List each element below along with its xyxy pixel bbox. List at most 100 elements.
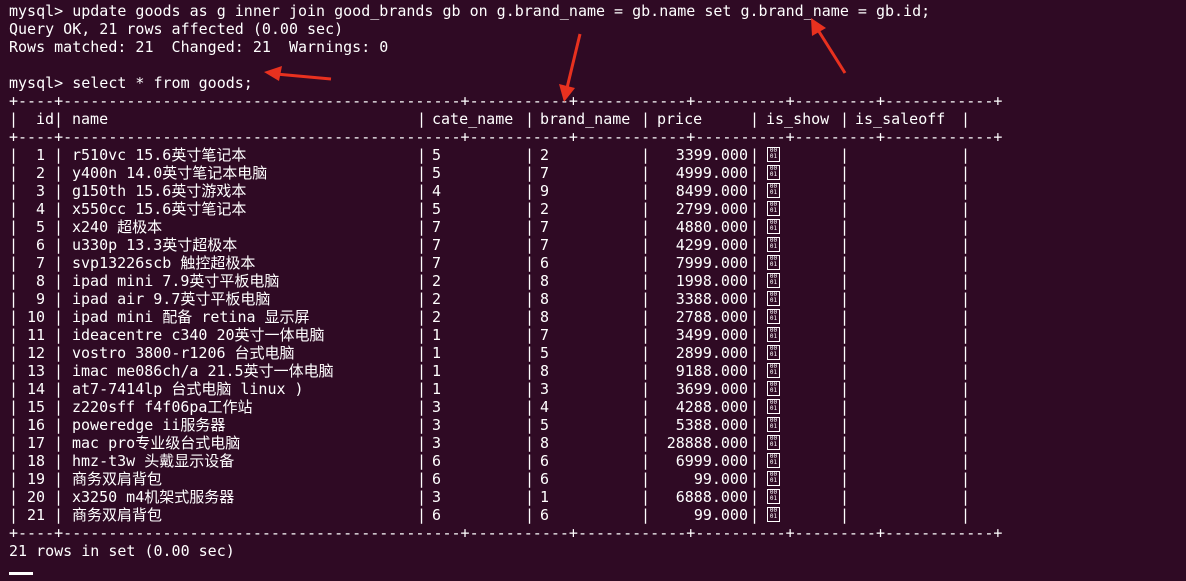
table-column-separator: | — [641, 326, 651, 344]
table-column-separator: | — [54, 326, 64, 344]
terminal-cursor — [9, 572, 33, 575]
binary-glyph-icon: 00 01 — [767, 309, 780, 324]
table-column-separator: | — [641, 488, 651, 506]
cell-price: 2788.000 — [675, 308, 748, 326]
red-arrow-icon — [811, 18, 847, 74]
table-column-separator: | — [750, 326, 760, 344]
cell-price: 2899.000 — [675, 344, 748, 362]
table-column-separator: | — [525, 290, 535, 308]
table-column-separator: | — [961, 344, 971, 362]
cell-price: 1998.000 — [675, 272, 748, 290]
table-column-separator: | — [525, 344, 535, 362]
table-column-separator: | — [9, 416, 19, 434]
table-column-separator: | — [54, 344, 64, 362]
table-column-separator: | — [641, 110, 651, 128]
table-border: +----+----------------------------------… — [9, 92, 1003, 110]
binary-glyph-icon: 00 01 — [767, 165, 780, 180]
table-column-separator: | — [641, 146, 651, 164]
table-column-separator: | — [641, 200, 651, 218]
table-column-separator: | — [840, 254, 850, 272]
table-column-separator: | — [750, 344, 760, 362]
cell-name: ipad mini 配备 retina 显示屏 — [72, 308, 310, 326]
cell-name: r510vc 15.6英寸笔记本 — [72, 146, 247, 164]
table-column-separator: | — [840, 470, 850, 488]
cell-id: 4 — [35, 200, 45, 218]
cell-brand-name: 4 — [540, 398, 550, 416]
table-column-separator: | — [525, 452, 535, 470]
table-column-separator: | — [961, 506, 971, 524]
table-column-separator: | — [525, 236, 535, 254]
table-column-separator: | — [750, 380, 760, 398]
cell-brand-name: 8 — [540, 362, 550, 380]
table-column-separator: | — [417, 290, 427, 308]
table-column-separator: | — [54, 380, 64, 398]
table-column-separator: | — [840, 506, 850, 524]
table-column-separator: | — [525, 416, 535, 434]
terminal-window[interactable]: mysql> update goods as g inner join good… — [0, 0, 1186, 581]
table-column-separator: | — [54, 272, 64, 290]
table-column-separator: | — [417, 218, 427, 236]
cell-brand-name: 7 — [540, 164, 550, 182]
column-header-brand-name: brand_name — [540, 110, 631, 128]
cell-cate-name: 3 — [432, 416, 442, 434]
table-column-separator: | — [961, 362, 971, 380]
binary-glyph-icon: 00 01 — [767, 453, 780, 468]
table-column-separator: | — [9, 506, 19, 524]
table-column-separator: | — [417, 146, 427, 164]
table-column-separator: | — [641, 344, 651, 362]
table-column-separator: | — [750, 308, 760, 326]
table-column-separator: | — [750, 272, 760, 290]
binary-glyph-icon: 00 01 — [767, 417, 780, 432]
table-column-separator: | — [525, 434, 535, 452]
table-column-separator: | — [525, 200, 535, 218]
table-column-separator: | — [417, 236, 427, 254]
table-column-separator: | — [840, 218, 850, 236]
table-column-separator: | — [750, 236, 760, 254]
cell-name: at7-7414lp 台式电脑 linux ) — [72, 380, 304, 398]
cell-brand-name: 7 — [540, 218, 550, 236]
binary-glyph-icon: 00 01 — [767, 471, 780, 486]
column-header-name: name — [72, 110, 109, 128]
column-header-cate-name: cate_name — [432, 110, 514, 128]
binary-glyph-icon: 00 01 — [767, 237, 780, 252]
cell-brand-name: 3 — [540, 380, 550, 398]
table-column-separator: | — [54, 362, 64, 380]
table-column-separator: | — [840, 110, 850, 128]
cell-cate-name: 7 — [432, 218, 442, 236]
table-column-separator: | — [961, 326, 971, 344]
table-column-separator: | — [525, 470, 535, 488]
cell-cate-name: 2 — [432, 272, 442, 290]
cell-name: x240 超极本 — [72, 218, 163, 236]
table-column-separator: | — [9, 308, 19, 326]
table-column-separator: | — [961, 290, 971, 308]
table-column-separator: | — [840, 416, 850, 434]
cell-name: z220sff f4f06pa工作站 — [72, 398, 253, 416]
cell-name: y400n 14.0英寸笔记本电脑 — [72, 164, 268, 182]
cell-cate-name: 4 — [432, 182, 442, 200]
rows-in-set-footer: 21 rows in set (0.00 sec) — [9, 542, 235, 560]
table-column-separator: | — [840, 452, 850, 470]
table-column-separator: | — [525, 398, 535, 416]
cell-cate-name: 1 — [432, 362, 442, 380]
cell-id: 3 — [35, 182, 45, 200]
table-column-separator: | — [641, 182, 651, 200]
table-column-separator: | — [641, 380, 651, 398]
cell-id: 9 — [35, 290, 45, 308]
table-column-separator: | — [961, 200, 971, 218]
table-column-separator: | — [641, 470, 651, 488]
table-column-separator: | — [54, 416, 64, 434]
cell-id: 8 — [35, 272, 45, 290]
cell-brand-name: 5 — [540, 416, 550, 434]
cell-price: 4999.000 — [675, 164, 748, 182]
table-column-separator: | — [750, 416, 760, 434]
cell-price: 3399.000 — [675, 146, 748, 164]
cell-name: mac pro专业级台式电脑 — [72, 434, 241, 452]
table-column-separator: | — [961, 452, 971, 470]
table-column-separator: | — [54, 308, 64, 326]
table-column-separator: | — [641, 452, 651, 470]
table-column-separator: | — [9, 344, 19, 362]
table-column-separator: | — [525, 362, 535, 380]
binary-glyph-icon: 00 01 — [767, 273, 780, 288]
cell-id: 17 — [27, 434, 46, 452]
cell-cate-name: 3 — [432, 398, 442, 416]
